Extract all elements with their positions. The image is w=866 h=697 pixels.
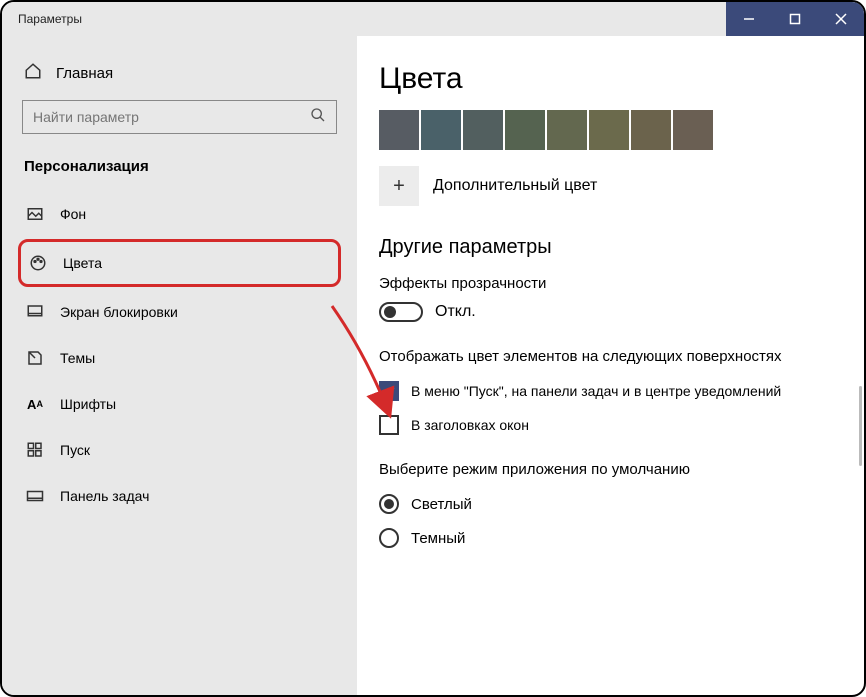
search-box[interactable] [22,100,337,134]
sidebar-item-label: Цвета [63,255,102,271]
lockscreen-icon [26,303,44,321]
custom-color-label: Дополнительный цвет [433,177,597,195]
home-icon [24,62,42,84]
checkbox-checked-icon [379,381,399,401]
search-icon [310,107,326,128]
transparency-label: Эффекты прозрачности [379,275,844,292]
home-nav[interactable]: Главная [18,54,341,98]
sidebar-item-start[interactable]: Пуск [18,429,341,471]
sidebar-item-label: Шрифты [60,396,116,412]
check-label: В меню "Пуск", на панели задач и в центр… [411,383,781,399]
sidebar-item-lockscreen[interactable]: Экран блокировки [18,291,341,333]
home-label: Главная [56,65,113,82]
sidebar-section-title: Персонализация [18,152,341,193]
close-button[interactable] [818,2,864,36]
settings-window: Параметры Главная [0,0,866,697]
search-input[interactable] [33,109,297,125]
content-area: Цвета + Дополнительный цвет Другие парам… [357,36,864,695]
radio-label: Темный [411,530,465,547]
check-label: В заголовках окон [411,417,529,433]
sidebar-item-taskbar[interactable]: Панель задач [18,475,341,517]
custom-color-button[interactable]: + Дополнительный цвет [379,166,844,206]
sidebar-item-fonts[interactable]: AA Шрифты [18,383,341,425]
color-swatch[interactable] [505,110,545,150]
sidebar-item-colors[interactable]: Цвета [18,239,341,287]
color-swatch[interactable] [421,110,461,150]
radio-dark[interactable]: Темный [379,528,844,548]
palette-icon [29,254,47,272]
page-title: Цвета [379,62,844,96]
checkbox-unchecked-icon [379,415,399,435]
surfaces-label: Отображать цвет элементов на следующих п… [379,348,844,365]
color-swatch[interactable] [589,110,629,150]
sidebar-item-label: Фон [60,206,86,222]
sidebar-item-label: Экран блокировки [60,304,178,320]
color-swatch[interactable] [631,110,671,150]
titlebar: Параметры [2,2,864,36]
radio-label: Светлый [411,496,472,513]
window-title: Параметры [2,12,82,26]
color-swatch[interactable] [379,110,419,150]
fonts-icon: AA [26,395,44,413]
start-icon [26,441,44,459]
app-mode-label: Выберите режим приложения по умолчанию [379,461,844,478]
radio-unchecked-icon [379,528,399,548]
window-controls [726,2,864,36]
plus-icon: + [379,166,419,206]
sidebar-item-label: Пуск [60,442,90,458]
sidebar-item-label: Панель задач [60,488,149,504]
other-settings-heading: Другие параметры [379,236,844,259]
scrollbar[interactable] [859,386,862,466]
radio-checked-icon [379,494,399,514]
color-swatch[interactable] [547,110,587,150]
sidebar-item-background[interactable]: Фон [18,193,341,235]
color-swatch[interactable] [673,110,713,150]
radio-light[interactable]: Светлый [379,494,844,514]
sidebar-item-themes[interactable]: Темы [18,337,341,379]
transparency-state: Откл. [435,303,476,321]
sidebar: Главная Персонализация Фон Цвета [2,36,357,695]
color-swatches [379,110,844,150]
maximize-button[interactable] [772,2,818,36]
picture-icon [26,205,44,223]
check-titlebars[interactable]: В заголовках окон [379,415,844,435]
check-start-taskbar[interactable]: В меню "Пуск", на панели задач и в центр… [379,381,844,401]
minimize-button[interactable] [726,2,772,36]
transparency-toggle[interactable] [379,302,423,322]
themes-icon [26,349,44,367]
taskbar-icon [26,487,44,505]
sidebar-item-label: Темы [60,350,95,366]
color-swatch[interactable] [463,110,503,150]
